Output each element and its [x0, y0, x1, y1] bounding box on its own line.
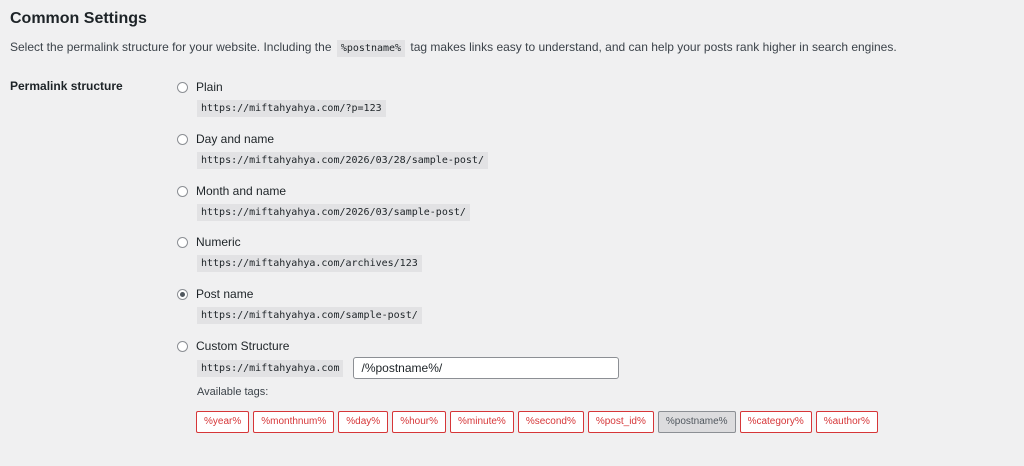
section-description: Select the permalink structure for your … [10, 40, 897, 57]
permalink-structure-label: Permalink structure [10, 79, 123, 93]
url-example-month-and-name: https://miftahyahya.com/2026/03/sample-p… [197, 204, 470, 221]
description-text-before: Select the permalink structure for your … [10, 40, 332, 54]
radio-numeric[interactable] [177, 236, 188, 248]
radio-day-and-name[interactable] [177, 133, 188, 145]
postname-code: %postname% [336, 40, 406, 57]
tag-button-author[interactable]: %author% [815, 411, 878, 433]
available-tags-list: %year% %monthnum% %day% %hour% %minute% … [196, 411, 882, 433]
tag-button-minute[interactable]: %minute% [450, 411, 514, 433]
radio-row-post-name[interactable]: Post name [177, 286, 422, 302]
description-text-after: tag makes links easy to understand, and … [410, 40, 897, 54]
tag-button-postname[interactable]: %postname% [657, 411, 736, 433]
radio-post-name[interactable] [177, 288, 188, 300]
option-month-and-name: Month and name https://miftahyahya.com/2… [177, 183, 470, 221]
option-post-name: Post name https://miftahyahya.com/sample… [177, 286, 422, 324]
tag-button-monthnum[interactable]: %monthnum% [253, 411, 335, 433]
section-title: Common Settings [10, 10, 147, 27]
radio-label-custom-structure[interactable]: Custom Structure [196, 339, 289, 353]
radio-plain[interactable] [177, 81, 188, 93]
tag-button-second[interactable]: %second% [517, 411, 584, 433]
radio-row-month-and-name[interactable]: Month and name [177, 183, 470, 199]
radio-custom-structure[interactable] [177, 340, 188, 352]
tag-button-hour[interactable]: %hour% [392, 411, 446, 433]
url-example-numeric: https://miftahyahya.com/archives/123 [197, 255, 422, 272]
tag-button-day[interactable]: %day% [338, 411, 389, 433]
option-numeric: Numeric https://miftahyahya.com/archives… [177, 234, 422, 272]
custom-structure-input[interactable] [353, 357, 620, 379]
radio-label-plain[interactable]: Plain [196, 80, 223, 94]
radio-row-custom-structure[interactable]: Custom Structure [177, 338, 289, 354]
radio-label-month-and-name[interactable]: Month and name [196, 184, 286, 198]
tag-button-year[interactable]: %year% [196, 411, 250, 433]
option-custom-structure: Custom Structure [177, 338, 289, 354]
url-example-plain: https://miftahyahya.com/?p=123 [197, 100, 386, 117]
custom-structure-prefix: https://miftahyahya.com [197, 359, 344, 377]
radio-label-post-name[interactable]: Post name [196, 287, 253, 301]
option-plain: Plain https://miftahyahya.com/?p=123 [177, 79, 386, 117]
radio-row-plain[interactable]: Plain [177, 79, 386, 95]
tag-button-post-id[interactable]: %post_id% [587, 411, 654, 433]
option-day-and-name: Day and name https://miftahyahya.com/202… [177, 131, 488, 169]
radio-row-day-and-name[interactable]: Day and name [177, 131, 488, 147]
url-example-day-and-name: https://miftahyahya.com/2026/03/28/sampl… [197, 152, 488, 169]
radio-month-and-name[interactable] [177, 185, 188, 197]
custom-structure-row: https://miftahyahya.com [197, 357, 620, 379]
url-example-post-name: https://miftahyahya.com/sample-post/ [197, 307, 422, 324]
available-tags-label: Available tags: [197, 386, 269, 398]
radio-label-numeric[interactable]: Numeric [196, 235, 241, 249]
radio-label-day-and-name[interactable]: Day and name [196, 132, 274, 146]
radio-row-numeric[interactable]: Numeric [177, 234, 422, 250]
tag-button-category[interactable]: %category% [739, 411, 812, 433]
